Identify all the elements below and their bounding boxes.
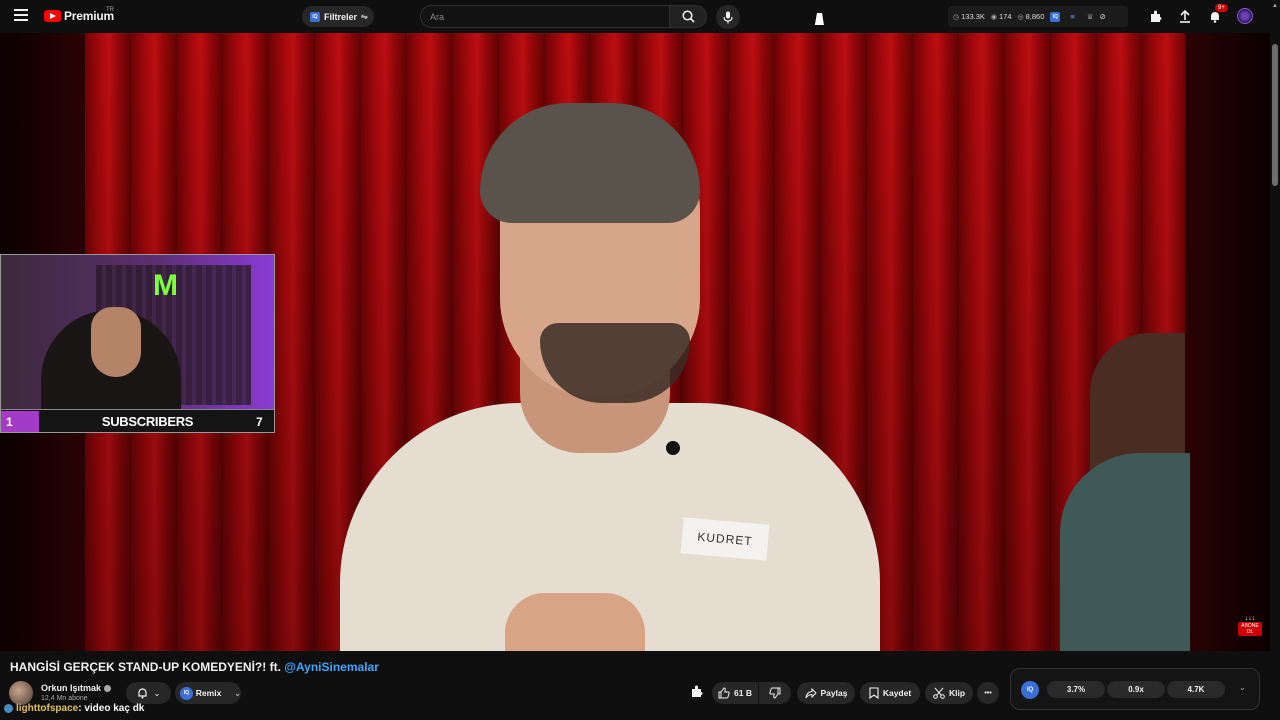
hamburger-menu-icon[interactable] (14, 9, 28, 23)
scissors-icon (933, 687, 945, 699)
like-button[interactable]: 61 B (712, 682, 758, 704)
chevron-down-icon: ⌄ (153, 688, 161, 698)
clip-label: Klip (948, 688, 966, 698)
chat-message: lighttofspace: video kaç dk (4, 703, 144, 714)
share-icon (805, 687, 817, 698)
share-label: Paylaş (820, 688, 848, 698)
sliders-icon: ⇋ (361, 12, 368, 21)
subscribe-watermark[interactable]: ↓↓↓ ABONE OL (1238, 615, 1262, 637)
thumbs-up-icon (718, 687, 730, 699)
notification-count-badge: 9+ (1215, 4, 1228, 12)
down-arrows-icon: ↓↓↓ (1244, 615, 1256, 622)
region-code: TR (106, 7, 114, 13)
like-count: 61 B (734, 688, 752, 698)
title-mention-link[interactable]: @AyniSinemalar (284, 660, 379, 674)
voice-search-button[interactable] (716, 5, 740, 29)
list-icon[interactable]: ≡ (1070, 12, 1074, 21)
player-right-margin (1185, 33, 1270, 651)
streamer-webcam-overlay: M 1 SUBSCRIBERS 7 (0, 254, 275, 433)
comments-stat: ◎ 8,860 (1018, 12, 1045, 21)
more-icon: ••• (984, 689, 992, 697)
more-actions-button[interactable]: ••• (977, 682, 999, 704)
save-label: Kaydet (882, 688, 912, 698)
search-button[interactable] (669, 5, 707, 28)
iq-badge-icon: IQ (180, 686, 193, 700)
eye-icon: ◉ (990, 13, 997, 21)
likes-stat: ◉ 174 (991, 12, 1012, 21)
upload-icon[interactable] (1176, 7, 1194, 25)
channel-avatar[interactable] (9, 681, 33, 705)
microphone-icon (723, 11, 733, 23)
iq-badge-icon[interactable]: IQ (1021, 681, 1039, 699)
chat-user-avatar (4, 703, 13, 713)
name-tag: KUDRET (680, 517, 770, 561)
clock-icon: ◷ (953, 13, 960, 21)
subscriber-goal-bar: 1 SUBSCRIBERS 7 (1, 409, 274, 432)
streamer-face (91, 307, 141, 377)
channel-stats-pill: ◷ 133.3K ◉ 174 ◎ 8,860 IQ ≡ ♕ ⊘ (948, 6, 1128, 27)
bell-icon (138, 688, 147, 699)
chevron-down-icon: ⌄ (234, 688, 241, 698)
filter-button[interactable]: IQ Filtreler ⇋ (302, 6, 374, 27)
chevron-down-icon[interactable]: ⌄ (1239, 683, 1246, 692)
iq-badge-icon[interactable]: IQ (1050, 11, 1061, 22)
channel-name-text: Orkun Işıtmak (41, 683, 102, 693)
analytics-panel: IQ 3.7% 0.9x 4.7K ⌄ (1010, 668, 1260, 710)
stat-chip-ratio[interactable]: 0.9x (1107, 681, 1165, 698)
scroll-up-arrow-icon[interactable]: ▲ (1272, 3, 1278, 9)
iq-badge-icon: IQ (310, 11, 320, 22)
comments-value: 8,860 (1025, 12, 1045, 21)
save-button[interactable]: Kaydet (860, 682, 920, 704)
eye-outline-icon: ◎ (1017, 13, 1024, 21)
channel-name[interactable]: Orkun Işıtmak (41, 683, 112, 693)
video-title: HANGİSİ GERÇEK STAND-UP KOMEDYENİ?! ft. … (10, 660, 379, 674)
page-scrollbar[interactable]: ▲ (1270, 0, 1280, 720)
chat-username: lighttofspace (16, 703, 79, 714)
stat-chip-velocity[interactable]: 4.7K (1167, 681, 1225, 698)
clip-button[interactable]: Klip (925, 682, 973, 704)
subscriber-goal-label: SUBSCRIBERS (101, 414, 194, 429)
energy-drink-logo: M (153, 269, 178, 302)
man-hand (505, 593, 645, 651)
thumbs-down-icon (769, 687, 781, 699)
trophy-icon[interactable]: ♕ (1087, 12, 1094, 21)
dislike-button[interactable] (759, 682, 791, 704)
subscriber-count-current: 1 (1, 410, 39, 432)
stat-chip-engagement[interactable]: 3.7% (1047, 681, 1105, 698)
scrollbar-thumb[interactable] (1272, 44, 1278, 186)
subscriber-count-goal: 7 (256, 414, 263, 429)
remix-label: Remix (195, 688, 222, 698)
bookmark-icon (869, 687, 879, 699)
likes-value: 174 (999, 12, 1012, 21)
verified-icon (104, 685, 112, 693)
subscription-bell-button[interactable]: ⌄ (126, 682, 171, 704)
filter-label: Filtreler (324, 11, 358, 22)
chat-text: : video kaç dk (78, 703, 145, 714)
search-icon (681, 10, 695, 23)
views-value: 133.3K (961, 12, 985, 21)
woman-shoulder (1060, 453, 1190, 651)
notifications-bell-icon[interactable]: 9+ (1206, 4, 1228, 25)
youtube-play-icon (44, 10, 61, 22)
link-icon[interactable]: ⊘ (1100, 12, 1106, 21)
youtube-logo[interactable]: Premium TR (44, 7, 114, 23)
extensions-icon[interactable] (1146, 7, 1164, 25)
mouse-cursor (814, 13, 827, 25)
views-stat: ◷ 133.3K (953, 12, 985, 21)
share-button[interactable]: Paylaş (797, 682, 855, 704)
remix-button[interactable]: IQ Remix ⌄ (175, 682, 241, 704)
top-bar: Premium TR IQ Filtreler ⇋ Ara ◷ 133.3K ◉ 1… (0, 0, 1280, 33)
search-placeholder: Ara (430, 11, 445, 22)
search-input[interactable]: Ara (420, 5, 670, 28)
subscriber-count: 12,4 Mn abone (41, 695, 88, 702)
account-avatar[interactable] (1236, 7, 1254, 25)
puzzle-extension-icon[interactable] (690, 685, 706, 701)
lapel-microphone (666, 441, 680, 455)
header-actions: 9+ (1146, 4, 1254, 25)
watermark-label: ABONE OL (1238, 622, 1262, 636)
avatar (1237, 8, 1253, 24)
video-title-text: HANGİSİ GERÇEK STAND-UP KOMEDYENİ?! ft. (10, 660, 281, 674)
